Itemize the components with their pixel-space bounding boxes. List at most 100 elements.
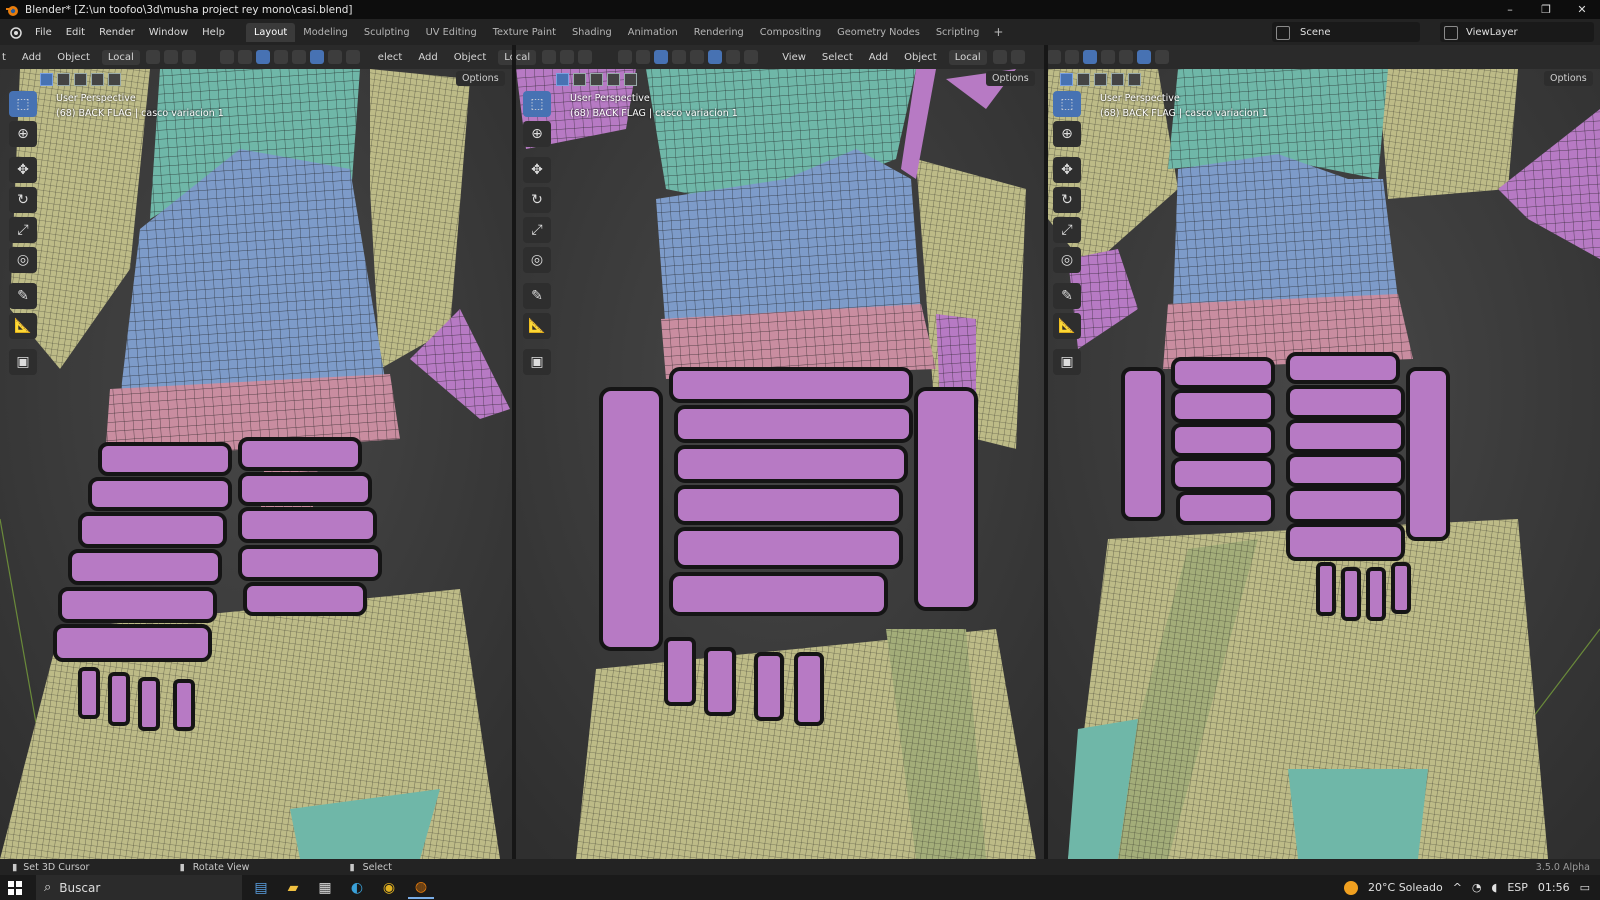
vp1-options-button[interactable]: Options (456, 71, 505, 86)
menu-render[interactable]: Render (92, 27, 142, 38)
menu-window[interactable]: Window (142, 27, 195, 38)
vp3-proportional-icon[interactable] (1010, 50, 1025, 64)
vp3-select-mode-buttons[interactable] (1060, 73, 1145, 86)
vp1-menu-add[interactable]: Add (14, 52, 49, 63)
viewport-3[interactable]: Options User Perspective (68) BACK FLAG … (1048, 69, 1600, 859)
file-explorer-icon[interactable]: ▰ (280, 878, 306, 898)
measure-icon[interactable]: 📐 (9, 313, 37, 339)
transform-icon[interactable]: ◎ (523, 247, 551, 273)
vp2-shading-solid-icon[interactable] (708, 50, 723, 64)
annotate-icon[interactable]: ✎ (9, 283, 37, 309)
cursor-icon[interactable]: ⊕ (9, 121, 37, 147)
tab-layout[interactable]: Layout (245, 22, 296, 42)
cursor-icon[interactable]: ⊕ (1053, 121, 1081, 147)
vp3-menu-view[interactable]: View (774, 52, 814, 63)
view-layer-selector[interactable]: ViewLayer (1440, 22, 1594, 42)
add-cube-icon[interactable]: ▣ (523, 349, 551, 375)
vp1-header-prefix[interactable]: t (0, 52, 14, 63)
vp1-transform-orientation[interactable]: Local (101, 49, 140, 65)
vp2-snap-icon[interactable] (542, 50, 557, 64)
vp1-snap-icon[interactable] (145, 50, 160, 64)
tab-shading[interactable]: Shading (564, 23, 620, 42)
vp2-xray-icon[interactable] (672, 50, 687, 64)
move-icon[interactable]: ✥ (9, 157, 37, 183)
add-cube-icon[interactable]: ▣ (1053, 349, 1081, 375)
volume-icon[interactable]: ◖ (1492, 881, 1498, 894)
vp2-overlay-icon[interactable] (654, 50, 669, 64)
taskbar-search[interactable]: ⌕ Buscar (36, 875, 242, 900)
annotate-icon[interactable]: ✎ (523, 283, 551, 309)
vp2-shading-wire-icon[interactable] (690, 50, 705, 64)
vp3-visibility-icon[interactable] (1046, 50, 1061, 64)
scene-selector[interactable]: Scene (1272, 22, 1420, 42)
vp1-overlay-icon[interactable] (255, 50, 270, 64)
vp1-falloff-icon[interactable] (181, 50, 196, 64)
vp3-menu-select[interactable]: Select (814, 52, 861, 63)
add-cube-icon[interactable]: ▣ (9, 349, 37, 375)
scale-icon[interactable]: ⤢ (9, 217, 37, 243)
tab-modeling[interactable]: Modeling (295, 23, 356, 42)
cursor-icon[interactable]: ⊕ (523, 121, 551, 147)
edge-icon[interactable]: ◐ (344, 878, 370, 898)
language-indicator[interactable]: ESP (1507, 881, 1528, 894)
menu-file[interactable]: File (28, 27, 59, 38)
task-view-icon[interactable]: ▤ (248, 878, 274, 898)
chrome-icon[interactable]: ◉ (376, 878, 402, 898)
measure-icon[interactable]: 📐 (523, 313, 551, 339)
measure-icon[interactable]: 📐 (1053, 313, 1081, 339)
tab-compositing[interactable]: Compositing (752, 23, 829, 42)
annotate-icon[interactable]: ✎ (1053, 283, 1081, 309)
menu-edit[interactable]: Edit (59, 27, 92, 38)
store-icon[interactable]: ▦ (312, 878, 338, 898)
vp2-select-mode-buttons[interactable] (556, 73, 641, 86)
blender-taskbar-icon[interactable]: ◍ (408, 877, 434, 899)
vp3-overlay-icon[interactable] (1082, 50, 1097, 64)
vp3-menu-add[interactable]: Add (861, 52, 896, 63)
vp3-shading-wire-icon[interactable] (1118, 50, 1133, 64)
vp2-visibility-icon[interactable] (618, 50, 633, 64)
transform-icon[interactable]: ◎ (9, 247, 37, 273)
vp1-gizmo-icon[interactable] (237, 50, 252, 64)
vp1-shading-wire-icon[interactable] (291, 50, 306, 64)
minimize-button[interactable]: – (1492, 0, 1528, 19)
vp3-shading-material-icon[interactable] (1154, 50, 1169, 64)
vp3-snap-icon[interactable] (992, 50, 1007, 64)
rotate-icon[interactable]: ↻ (523, 187, 551, 213)
vp1-select-mode-buttons[interactable] (40, 73, 125, 86)
tab-sculpting[interactable]: Sculpting (356, 23, 418, 42)
vp1-menu-object[interactable]: Object (49, 52, 98, 63)
network-icon[interactable]: ◔ (1472, 881, 1482, 894)
tab-geometry-nodes[interactable]: Geometry Nodes (829, 23, 928, 42)
vp2-header-prefix[interactable]: elect (370, 52, 411, 63)
vp2-shading-render-icon[interactable] (744, 50, 759, 64)
vp1-visibility-icon[interactable] (219, 50, 234, 64)
vp3-menu-object[interactable]: Object (896, 52, 945, 63)
vp2-menu-add[interactable]: Add (410, 52, 445, 63)
weather-text[interactable]: 20°C Soleado (1368, 881, 1443, 894)
vp3-gizmo-icon[interactable] (1064, 50, 1079, 64)
move-icon[interactable]: ✥ (523, 157, 551, 183)
vp2-shading-material-icon[interactable] (726, 50, 741, 64)
vp2-options-button[interactable]: Options (986, 71, 1035, 86)
vp3-shading-solid-icon[interactable] (1136, 50, 1151, 64)
select-box-icon[interactable]: ⬚ (1053, 91, 1081, 117)
clock[interactable]: 01:56 (1538, 881, 1570, 894)
vp1-shading-material-icon[interactable] (327, 50, 342, 64)
add-workspace-icon[interactable]: + (987, 25, 1009, 39)
select-box-icon[interactable]: ⬚ (9, 91, 37, 117)
maximize-button[interactable]: ❐ (1528, 0, 1564, 19)
tab-uv-editing[interactable]: UV Editing (418, 23, 485, 42)
tray-chevron-icon[interactable]: ^ (1453, 881, 1462, 894)
vp1-xray-icon[interactable] (273, 50, 288, 64)
move-icon[interactable]: ✥ (1053, 157, 1081, 183)
vp3-options-button[interactable]: Options (1544, 71, 1593, 86)
vp2-gizmo-icon[interactable] (636, 50, 651, 64)
vp1-proportional-icon[interactable] (163, 50, 178, 64)
rotate-icon[interactable]: ↻ (1053, 187, 1081, 213)
vp1-shading-solid-icon[interactable] (309, 50, 324, 64)
close-button[interactable]: ✕ (1564, 0, 1600, 19)
rotate-icon[interactable]: ↻ (9, 187, 37, 213)
menu-help[interactable]: Help (195, 27, 232, 38)
vp3-transform-orientation[interactable]: Local (948, 49, 987, 65)
vp2-proportional-icon[interactable] (560, 50, 575, 64)
